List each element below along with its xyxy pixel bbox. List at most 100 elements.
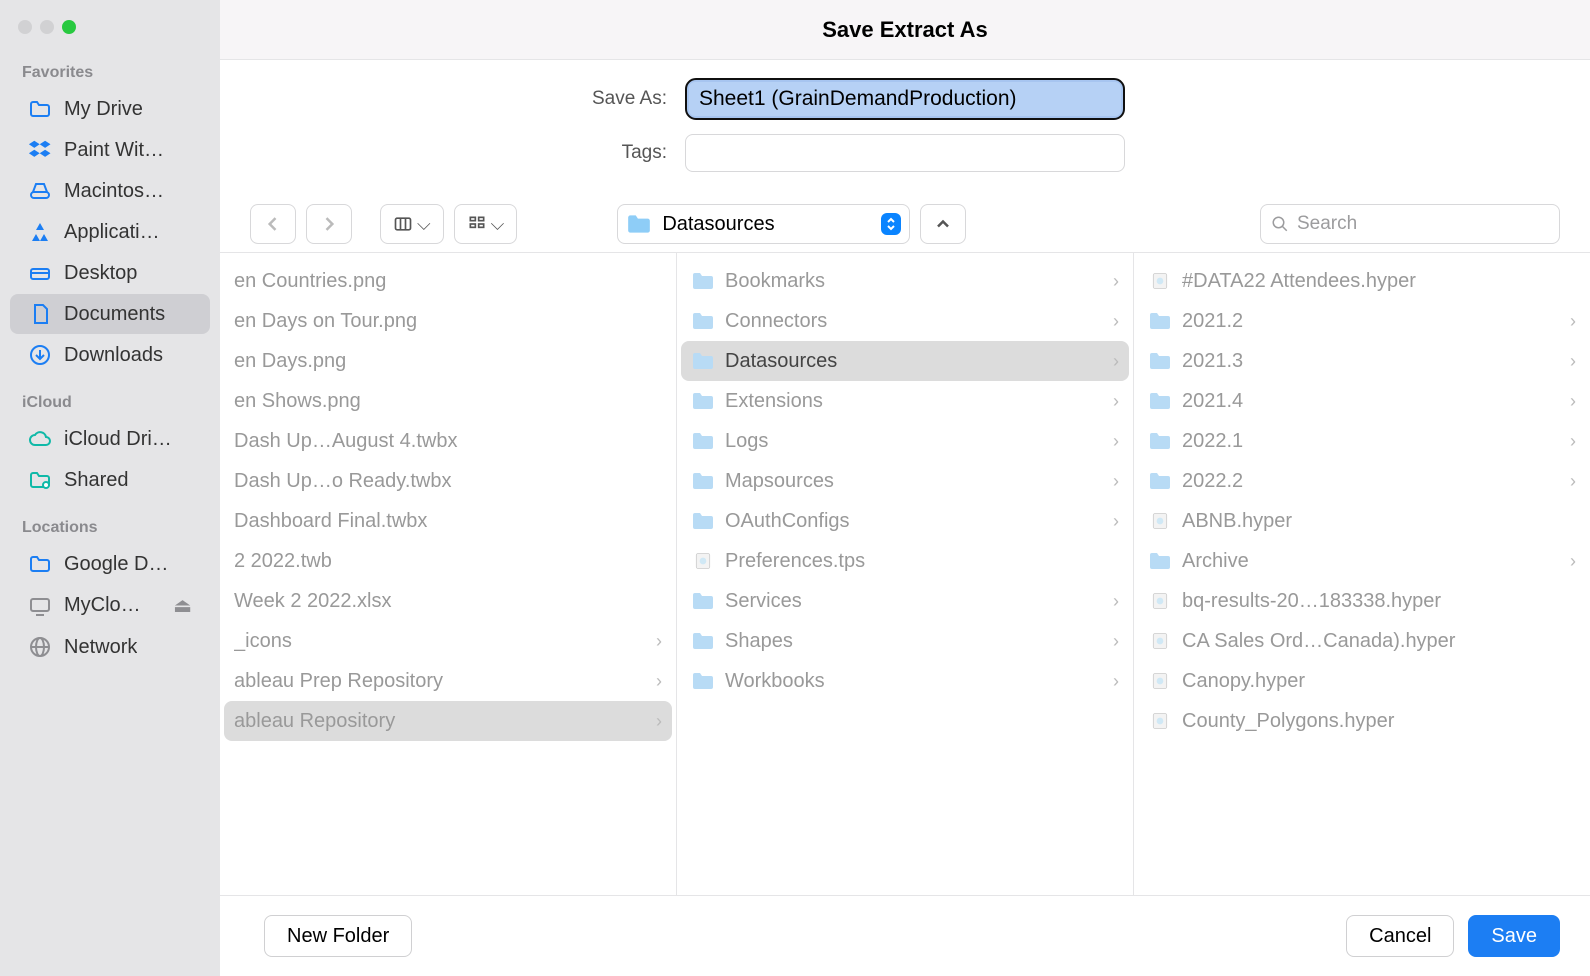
chevron-right-icon: › [1113, 311, 1119, 332]
file-item[interactable]: Datasources› [681, 341, 1129, 381]
file-name: Workbooks [725, 670, 1103, 693]
chevron-right-icon: › [1570, 551, 1576, 572]
file-item[interactable]: Logs› [681, 421, 1129, 461]
sidebar-item-applications[interactable]: Applicati… [10, 212, 210, 252]
file-name: Logs [725, 430, 1103, 453]
file-name: CA Sales Ord…Canada).hyper [1182, 630, 1576, 653]
chevron-right-icon: › [1113, 671, 1119, 692]
file-item[interactable]: _icons› [224, 621, 672, 661]
file-item[interactable]: en Countries.png [224, 261, 672, 301]
tags-input[interactable] [685, 134, 1125, 172]
sidebar-item-google-drive[interactable]: Google D… [10, 544, 210, 584]
file-item[interactable]: Services› [681, 581, 1129, 621]
file-name: Archive [1182, 550, 1560, 573]
file-item[interactable]: Dash Up…o Ready.twbx [224, 461, 672, 501]
file-item[interactable]: bq-results-20…183338.hyper [1138, 581, 1586, 621]
file-item[interactable]: Mapsources› [681, 461, 1129, 501]
file-item[interactable]: Shapes› [681, 621, 1129, 661]
sidebar-item-downloads[interactable]: Downloads [10, 335, 210, 375]
file-item[interactable]: 2022.1 › [1138, 421, 1586, 461]
eject-icon[interactable]: ⏏ [173, 593, 192, 618]
chevron-right-icon: › [656, 631, 662, 652]
file-name: 2021.3 [1182, 350, 1560, 373]
download-icon [28, 343, 52, 367]
sidebar-item-macintosh-hd[interactable]: Macintos… [10, 171, 210, 211]
file-name: 2022.1 [1182, 430, 1560, 453]
search-placeholder: Search [1297, 213, 1357, 235]
location-dropdown[interactable]: Datasources [617, 204, 909, 244]
save-as-input[interactable] [685, 78, 1125, 120]
file-item[interactable]: Preferences.tps [681, 541, 1129, 581]
chevron-right-icon: › [1570, 431, 1576, 452]
sidebar-item-paint-with[interactable]: Paint Wit… [10, 130, 210, 170]
file-item[interactable]: Extensions› [681, 381, 1129, 421]
file-item[interactable]: 2 2022.twb [224, 541, 672, 581]
file-name: bq-results-20…183338.hyper [1182, 590, 1576, 613]
file-item[interactable]: OAuthConfigs› [681, 501, 1129, 541]
sidebar-item-shared[interactable]: Shared [10, 460, 210, 500]
globe-icon [28, 635, 52, 659]
file-item[interactable]: Canopy.hyper [1138, 661, 1586, 701]
file-item[interactable]: Dash Up…August 4.twbx [224, 421, 672, 461]
file-item[interactable]: ABNB.hyper [1138, 501, 1586, 541]
save-button[interactable]: Save [1468, 915, 1560, 957]
file-item[interactable]: Connectors › [681, 301, 1129, 341]
group-by-button[interactable]: ⌵ [454, 204, 518, 244]
chevron-right-icon: › [1113, 391, 1119, 412]
close-window-button[interactable] [18, 20, 32, 34]
minimize-window-button[interactable] [40, 20, 54, 34]
cancel-button[interactable]: Cancel [1346, 915, 1454, 957]
file-item[interactable]: 2021.4› [1138, 381, 1586, 421]
file-item[interactable]: Bookmarks› [681, 261, 1129, 301]
titlebar: Save Extract As [220, 0, 1590, 60]
search-field[interactable]: Search [1260, 204, 1560, 244]
cloud-icon [28, 427, 52, 451]
file-item[interactable]: en Days.png [224, 341, 672, 381]
dialog-title: Save Extract As [822, 17, 988, 43]
file-name: Dashboard Final.twbx [234, 510, 662, 533]
file-name: #DATA22 Attendees.hyper [1182, 270, 1576, 293]
browser-column: #DATA22 Attendees.hyper2021.2›2021.3›202… [1134, 253, 1590, 895]
sidebar-item-icloud-drive[interactable]: iCloud Dri… [10, 419, 210, 459]
zoom-window-button[interactable] [62, 20, 76, 34]
file-item[interactable]: en Shows.png [224, 381, 672, 421]
file-item[interactable]: 2021.2› [1138, 301, 1586, 341]
file-name: ABNB.hyper [1182, 510, 1576, 533]
chevron-right-icon: › [1113, 591, 1119, 612]
file-name: Shapes [725, 630, 1103, 653]
drive-icon [28, 179, 52, 203]
file-item[interactable]: ableau Repository› [224, 701, 672, 741]
file-item[interactable]: Archive › [1138, 541, 1586, 581]
sidebar-item-network[interactable]: Network [10, 627, 210, 667]
display-icon [28, 594, 52, 618]
file-item[interactable]: 2021.3› [1138, 341, 1586, 381]
sidebar-item-documents[interactable]: Documents [10, 294, 210, 334]
nav-back-button[interactable] [250, 204, 296, 244]
sidebar-item-desktop[interactable]: Desktop [10, 253, 210, 293]
file-name: en Shows.png [234, 390, 662, 413]
file-item[interactable]: en Days on Tour.png [224, 301, 672, 341]
file-item[interactable]: County_Polygons.hyper [1138, 701, 1586, 741]
sidebar-item-label: Shared [64, 469, 129, 492]
sidebar-item-label: Applicati… [64, 221, 160, 244]
sidebar-item-my-drive[interactable]: My Drive [10, 89, 210, 129]
file-item[interactable]: Week 2 2022.xlsx [224, 581, 672, 621]
window-controls [0, 8, 220, 46]
file-item[interactable]: Dashboard Final.twbx [224, 501, 672, 541]
tags-label: Tags: [347, 142, 667, 164]
new-folder-button[interactable]: New Folder [264, 915, 412, 957]
nav-forward-button[interactable] [306, 204, 352, 244]
sidebar-item-my-cloud[interactable]: MyClo…⏏ [10, 585, 210, 626]
dropbox-icon [28, 138, 52, 162]
folder-icon [28, 97, 52, 121]
collapse-location-button[interactable] [920, 204, 966, 244]
location-name: Datasources [662, 213, 870, 236]
file-item[interactable]: ableau Prep Repository› [224, 661, 672, 701]
view-columns-button[interactable]: ⌵ [380, 204, 444, 244]
file-item[interactable]: Workbooks › [681, 661, 1129, 701]
file-item[interactable]: 2022.2› [1138, 461, 1586, 501]
file-item[interactable]: #DATA22 Attendees.hyper [1138, 261, 1586, 301]
file-name: Connectors [725, 310, 1103, 333]
doc-icon [28, 302, 52, 326]
file-item[interactable]: CA Sales Ord…Canada).hyper [1138, 621, 1586, 661]
